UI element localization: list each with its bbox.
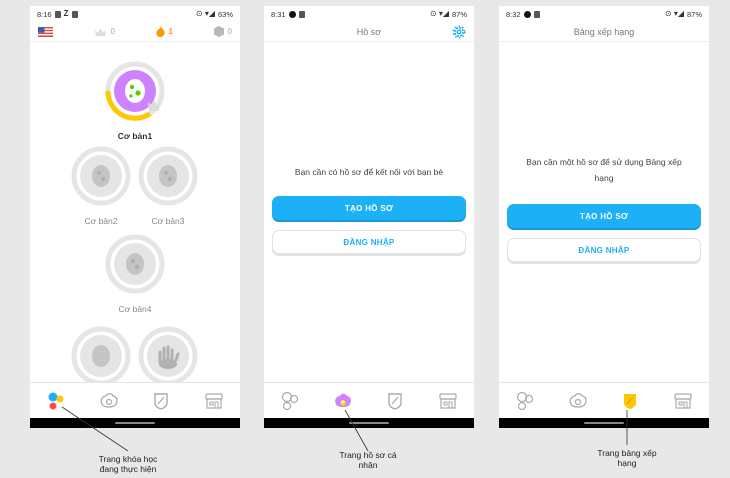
caption-course: Trang khóa học đang thực hiện — [78, 454, 178, 474]
caption-line: hạng — [617, 458, 637, 468]
caption-line: Trang hồ sơ cá — [339, 450, 397, 460]
annotation-pointers — [61, 406, 628, 452]
caption-line: đang thực hiện — [99, 464, 157, 474]
caption-line: Trang khóa học — [98, 454, 158, 464]
caption-leaderboard: Trang bảng xếp hạng — [562, 448, 692, 468]
pointer-line-course — [61, 406, 129, 452]
pointer-line-profile — [344, 409, 369, 452]
caption-profile: Trang hồ sơ cá nhân — [318, 450, 418, 470]
caption-line: nhân — [358, 460, 378, 470]
caption-line: Trang bảng xếp — [597, 448, 657, 458]
